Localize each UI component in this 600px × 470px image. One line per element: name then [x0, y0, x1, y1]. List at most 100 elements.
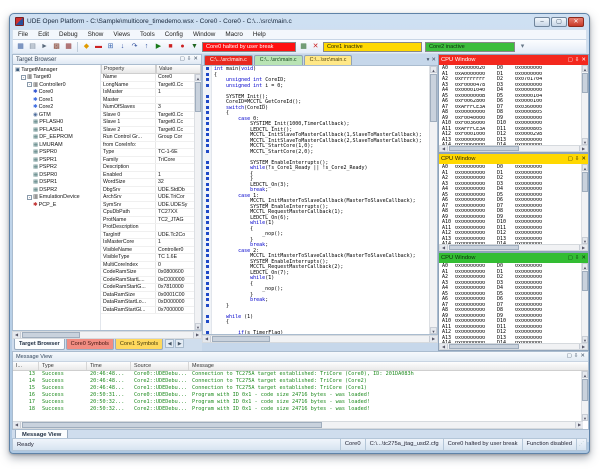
cpu-hscrollbar[interactable]: ◀▶ [439, 343, 588, 350]
menu-item-file[interactable]: File [13, 31, 33, 38]
breakpoint-dot-icon[interactable] [206, 210, 209, 213]
step-over-icon[interactable]: ↷ [129, 41, 140, 52]
breakpoint-dot-icon[interactable] [206, 254, 209, 257]
menu-item-window[interactable]: Window [188, 31, 220, 38]
breakpoint-dot-icon[interactable] [206, 249, 209, 252]
menu-item-help[interactable]: Help [248, 31, 271, 38]
message-view-pin-icon[interactable]: ⇩ [574, 352, 579, 361]
property-row[interactable]: Slave 2Target0.Cc [101, 127, 201, 135]
maximize-button[interactable]: ▢ [551, 17, 567, 27]
tree-item-pspr0[interactable]: ▦PSPR0 [13, 149, 100, 157]
pin-icon[interactable]: ⇩ [575, 254, 580, 263]
cpu-hscrollbar[interactable]: ◀▶ [439, 244, 588, 251]
tree-expander[interactable]: - [21, 75, 26, 80]
left-panel-hscrollbar[interactable]: ◀▶ [12, 331, 202, 339]
target-browser-close-icon[interactable]: ✕ [193, 55, 198, 64]
breakpoint-dot-icon[interactable] [206, 320, 209, 323]
breakpoint-dot-icon[interactable] [206, 238, 209, 241]
breakpoint-dot-icon[interactable] [206, 166, 209, 169]
breakpoint-dot-icon[interactable] [206, 271, 209, 274]
breakpoint-dot-icon[interactable] [206, 221, 209, 224]
menu-item-debug[interactable]: Debug [54, 31, 83, 38]
message-column-message[interactable]: Message [189, 362, 588, 370]
breakpoint-dot-icon[interactable] [206, 216, 209, 219]
breakpoint-dot-icon[interactable] [206, 133, 209, 136]
property-row[interactable]: CodeRamStartG...0x7810000 [101, 284, 201, 292]
dock-tab-core0-symbols[interactable]: Core0 Symbols [66, 339, 114, 350]
breakpoint-dot-icon[interactable] [206, 331, 209, 334]
breakpoint-dot-icon[interactable] [206, 122, 209, 125]
tree-item-controller0[interactable]: -▥Controller0 [13, 81, 100, 89]
toolbar-overflow-icon[interactable]: ▾ [517, 41, 528, 52]
pin-icon[interactable]: ⇩ [575, 155, 580, 164]
value-column-header[interactable]: Value [156, 65, 201, 74]
tree-item-targetmanager[interactable]: ▣TargetManager [13, 66, 100, 74]
breakpoint-dot-icon[interactable] [206, 106, 209, 109]
message-row[interactable]: 18Success20:50:32...Core2::UDEDebu...Pro… [13, 406, 581, 413]
tree-item-dspr2[interactable]: ▦DSPR2 [13, 186, 100, 194]
minimize-button[interactable]: – [534, 17, 550, 27]
tree-item-pspr1[interactable]: ▦PSPR1 [13, 156, 100, 164]
message-vscrollbar[interactable]: ▲ ▼ [581, 371, 588, 421]
property-row[interactable]: WordSize32 [101, 179, 201, 187]
cpu-vscrollbar[interactable]: ▲▼ [581, 263, 588, 343]
breakpoint-dot-icon[interactable] [206, 194, 209, 197]
dock-tab-scroll-right-icon[interactable]: ▶ [175, 339, 184, 348]
property-row[interactable]: VisibleTypeTC 1.6E [101, 254, 201, 262]
property-row[interactable]: ProtNameTC2_JTAG [101, 217, 201, 225]
property-row[interactable]: IsMaster1 [101, 89, 201, 97]
property-row[interactable]: NameCore0 [101, 74, 201, 82]
property-row[interactable]: IsMasterCore1 [101, 239, 201, 247]
breakpoint-dot-icon[interactable] [206, 111, 209, 114]
tree-item-pflash1[interactable]: ▦PFLASH1 [13, 126, 100, 134]
breakpoint-dot-icon[interactable] [206, 150, 209, 153]
property-row[interactable]: CpuDbPathTC27XX [101, 209, 201, 217]
close-icon[interactable]: ✕ [581, 56, 586, 65]
message-row[interactable]: 13Success20:46:48...Core0::UDEDebu...Con… [13, 371, 581, 378]
editor-tab-2[interactable]: C:\...\src\main.c [304, 55, 353, 65]
breakpoint-dot-icon[interactable] [206, 117, 209, 120]
restore-icon[interactable]: ▢ [568, 155, 573, 164]
tree-item-core1[interactable]: ✱Core1 [13, 96, 100, 104]
breakpoint-margin[interactable] [203, 66, 212, 334]
property-column-header[interactable]: Property [101, 65, 156, 74]
target-browser-icon[interactable]: ▩ [51, 41, 62, 52]
breakpoint-dot-icon[interactable] [206, 183, 209, 186]
message-row[interactable]: 15Success20:46:48...Core1::UDEDebu...Con… [13, 385, 581, 392]
message-row[interactable]: 16Success20:50:31...Core0::UDEDebu...Pro… [13, 392, 581, 399]
property-row[interactable]: LongNameTarget0.Cc [101, 82, 201, 90]
tree-item-emulationdevice[interactable]: -▥EmulationDevice [13, 194, 100, 202]
step-into-icon[interactable]: ↓ [117, 41, 128, 52]
breakpoint-dot-icon[interactable] [206, 177, 209, 180]
breakpoint-dot-icon[interactable] [206, 304, 209, 307]
left-panel-vscrollbar[interactable]: ▲ ▼ [194, 74, 201, 330]
tree-expander[interactable]: - [27, 82, 32, 87]
toggle-breakpoint-icon[interactable]: ● [177, 41, 188, 52]
pin-icon[interactable]: ⇩ [575, 56, 580, 65]
cpu-vscrollbar[interactable]: ▲▼ [581, 65, 588, 145]
property-row[interactable]: SymSrvUDE.UDESy [101, 202, 201, 210]
dock-tab-target-browser[interactable]: Target Browser [14, 339, 65, 350]
download-program-icon[interactable]: ▼ [189, 41, 200, 52]
tree-item-dspr1[interactable]: ▦DSPR1 [13, 179, 100, 187]
tree-expander[interactable]: - [27, 195, 32, 200]
cpu-window-caption[interactable]: CPU Window▢⇩✕ [439, 55, 588, 65]
select-mode-icon[interactable]: ► [39, 41, 50, 52]
cpu-vscrollbar[interactable]: ▲▼ [581, 164, 588, 244]
property-row[interactable]: VisibleNameController0 [101, 247, 201, 255]
menu-item-views[interactable]: Views [108, 31, 135, 38]
dock-tab-core1-symbols[interactable]: Core1 Symbols [115, 339, 163, 350]
cpu-hscrollbar[interactable]: ◀▶ [439, 145, 588, 152]
breakpoint-dot-icon[interactable] [206, 95, 209, 98]
tree-item-lmuram[interactable]: ▦LMURAM [13, 141, 100, 149]
breakpoint-dot-icon[interactable] [206, 172, 209, 175]
property-row[interactable]: FamilyTriCore [101, 157, 201, 165]
property-row[interactable]: DataRamSize0x0001C00 [101, 292, 201, 300]
property-row[interactable]: ProtDescription [101, 224, 201, 232]
restore-icon[interactable]: ▢ [568, 56, 573, 65]
breakpoint-dot-icon[interactable] [206, 276, 209, 279]
tab-close-icon[interactable]: ✕ [431, 57, 436, 63]
step-out-icon[interactable]: ↑ [141, 41, 152, 52]
target-browser-pin-icon[interactable]: ⇩ [187, 55, 192, 64]
property-row[interactable]: DataRamStartGl...0x7000000 [101, 307, 201, 315]
